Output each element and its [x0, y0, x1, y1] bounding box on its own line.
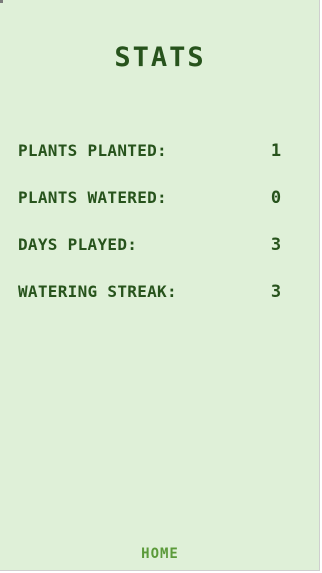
- stat-row-plants-watered: PLANTS WATERED: 0: [18, 186, 288, 233]
- stat-label: DAYS PLAYED:: [18, 235, 138, 254]
- home-button[interactable]: HOME: [110, 543, 210, 565]
- stat-value: 0: [270, 188, 282, 208]
- stat-value: 3: [270, 282, 282, 302]
- stat-value: 1: [270, 141, 282, 161]
- corner-marker: [0, 0, 3, 3]
- stats-screen: STATS PLANTS PLANTED: 1 PLANTS WATERED: …: [0, 0, 320, 571]
- stat-row-plants-planted: PLANTS PLANTED: 1: [18, 139, 288, 186]
- stat-label: PLANTS WATERED:: [18, 188, 167, 207]
- page-title: STATS: [114, 42, 206, 73]
- stat-label: WATERING STREAK:: [18, 282, 177, 301]
- stat-row-watering-streak: WATERING STREAK: 3: [18, 280, 288, 327]
- stat-value: 3: [270, 235, 282, 255]
- stats-list: PLANTS PLANTED: 1 PLANTS WATERED: 0 DAYS…: [18, 139, 288, 327]
- stat-label: PLANTS PLANTED:: [18, 141, 167, 160]
- stat-row-days-played: DAYS PLAYED: 3: [18, 233, 288, 280]
